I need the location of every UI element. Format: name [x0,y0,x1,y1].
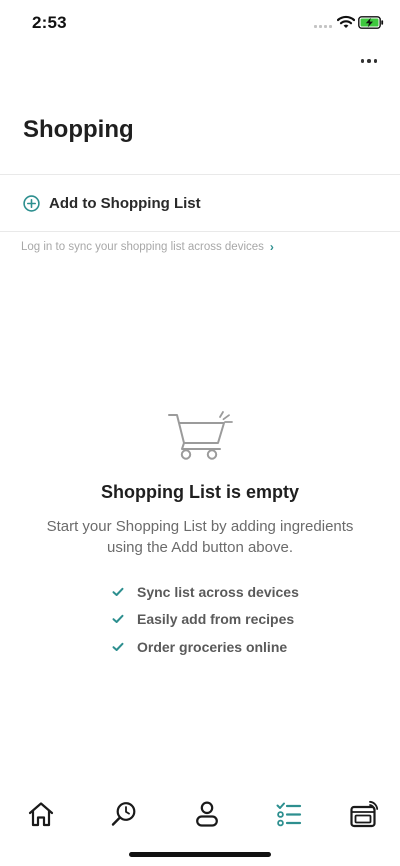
check-icon [112,642,124,651]
more-horizontal-icon [360,59,365,63]
list-item: Easily add from recipes [112,606,352,634]
connected-oven-icon [350,800,379,828]
divider [0,174,400,175]
shopping-cart-icon [168,411,233,460]
plus-circle-icon [23,194,40,212]
checklist-icon [276,802,302,827]
home-indicator[interactable] [129,852,271,857]
benefit-text: Easily add from recipes [137,611,295,628]
benefit-text: Order groceries online [137,638,288,655]
add-to-shopping-list-button[interactable]: Add to Shopping List [0,176,400,230]
status-time: 2:53 [32,13,67,32]
empty-state-title: Shopping List is empty [100,482,299,502]
battery-charging-icon [358,16,384,29]
wifi-icon [337,15,355,28]
login-sync-link[interactable]: Log in to sync your shopping list across… [21,240,274,254]
bottom-navigation [0,792,400,842]
divider [0,231,400,232]
shopping-screen: 2:53 Shopping Add to Shopping List Log i… [0,0,400,866]
benefits-list: Sync list across devices Easily add from… [112,578,352,661]
nav-home[interactable] [19,792,63,836]
check-icon [112,587,124,596]
chevron-right-icon: › [269,240,274,254]
nav-shopping[interactable] [267,792,311,836]
empty-state-description: Start your Shopping List by adding ingre… [46,518,354,556]
more-options-button[interactable] [356,51,382,71]
nav-appliance[interactable] [342,792,386,836]
check-icon [112,615,124,624]
status-bar: 2:53 [0,0,400,46]
search-icon [111,802,136,826]
list-item: Sync list across devices [112,578,352,606]
nav-search[interactable] [102,792,146,836]
page-title: Shopping [23,116,134,143]
benefit-text: Sync list across devices [137,583,299,600]
nav-profile[interactable] [185,792,229,836]
login-sync-text: Log in to sync your shopping list across… [21,241,264,253]
home-icon [28,802,54,827]
list-item: Order groceries online [112,633,352,661]
profile-icon [196,801,218,827]
cellular-signal-icon [314,25,334,31]
add-to-shopping-list-label: Add to Shopping List [49,194,201,212]
